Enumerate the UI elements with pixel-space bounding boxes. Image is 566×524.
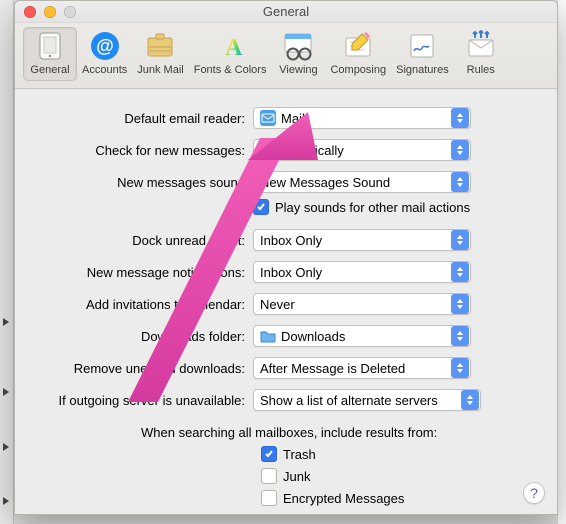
label-new-notifications: New message notifications: bbox=[31, 265, 253, 280]
tab-label: General bbox=[30, 64, 69, 76]
titlebar: General bbox=[15, 1, 557, 23]
mail-app-icon bbox=[260, 110, 276, 126]
accounts-icon: @ bbox=[89, 30, 121, 62]
tab-junk-mail[interactable]: Junk Mail bbox=[132, 27, 188, 81]
label-remove-unedited: Remove unedited downloads: bbox=[31, 361, 253, 376]
tab-label: Rules bbox=[467, 64, 495, 76]
preferences-window: General General @ Accounts Junk Mail bbox=[14, 0, 558, 515]
tab-label: Accounts bbox=[82, 64, 127, 76]
popup-value: Mail bbox=[281, 111, 451, 126]
checkbox-label: Play sounds for other mail actions bbox=[275, 200, 470, 215]
tab-fonts-colors[interactable]: A Fonts & Colors bbox=[189, 27, 272, 81]
popup-new-notifications[interactable]: Inbox Only bbox=[253, 261, 471, 283]
folder-icon bbox=[260, 328, 276, 344]
checkbox-play-sounds[interactable] bbox=[253, 199, 269, 215]
label-downloads-folder: Downloads folder: bbox=[31, 329, 253, 344]
tab-label: Composing bbox=[330, 64, 386, 76]
checkbox-label: Junk bbox=[283, 469, 310, 484]
help-button[interactable]: ? bbox=[523, 482, 545, 504]
popup-outgoing-unavailable[interactable]: Show a list of alternate servers bbox=[253, 389, 481, 411]
stepper-arrows-icon bbox=[451, 108, 469, 128]
popup-default-reader[interactable]: Mail bbox=[253, 107, 471, 129]
tab-signatures[interactable]: Signatures bbox=[391, 27, 454, 81]
rules-icon bbox=[465, 30, 497, 62]
tab-general[interactable]: General bbox=[23, 27, 77, 81]
tab-composing[interactable]: Composing bbox=[325, 27, 391, 81]
svg-text:A: A bbox=[225, 35, 243, 61]
label-default-reader: Default email reader: bbox=[31, 111, 253, 126]
popup-value: Show a list of alternate servers bbox=[260, 393, 461, 408]
search-section-label: When searching all mailboxes, include re… bbox=[31, 425, 541, 440]
popup-dock-unread[interactable]: Inbox Only bbox=[253, 229, 471, 251]
stepper-arrows-icon bbox=[451, 326, 469, 346]
checkbox-encrypted[interactable] bbox=[261, 490, 277, 506]
svg-text:@: @ bbox=[96, 36, 114, 56]
tab-label: Fonts & Colors bbox=[194, 64, 267, 76]
tab-label: Viewing bbox=[279, 64, 317, 76]
popup-value: omatically bbox=[260, 143, 451, 158]
checkbox-label: Trash bbox=[283, 447, 316, 462]
general-pane: Default email reader: Mail Check for new… bbox=[15, 89, 557, 515]
general-icon bbox=[34, 30, 66, 62]
popup-value: Inbox Only bbox=[260, 265, 451, 280]
label-dock-unread: Dock unread count: bbox=[31, 233, 253, 248]
tab-rules[interactable]: Rules bbox=[454, 27, 508, 81]
checkbox-label: Encrypted Messages bbox=[283, 491, 404, 506]
popup-check-messages[interactable]: omatically bbox=[253, 139, 471, 161]
popup-value: Inbox Only bbox=[260, 233, 451, 248]
stepper-arrows-icon bbox=[451, 140, 469, 160]
popup-new-sound[interactable]: New Messages Sound bbox=[253, 171, 471, 193]
signatures-icon bbox=[406, 30, 438, 62]
junkmail-icon bbox=[144, 30, 176, 62]
composing-icon bbox=[342, 30, 374, 62]
checkbox-trash[interactable] bbox=[261, 446, 277, 462]
tab-label: Junk Mail bbox=[137, 64, 183, 76]
popup-downloads-folder[interactable]: Downloads bbox=[253, 325, 471, 347]
stepper-arrows-icon bbox=[451, 172, 469, 192]
popup-value: Downloads bbox=[281, 329, 451, 344]
popup-remove-unedited[interactable]: After Message is Deleted bbox=[253, 357, 471, 379]
label-check-messages: Check for new messages: bbox=[31, 143, 253, 158]
stepper-arrows-icon bbox=[451, 294, 469, 314]
tab-viewing[interactable]: Viewing bbox=[271, 27, 325, 81]
popup-value: New Messages Sound bbox=[260, 175, 451, 190]
stepper-arrows-icon bbox=[451, 230, 469, 250]
tab-label: Signatures bbox=[396, 64, 449, 76]
tab-accounts[interactable]: @ Accounts bbox=[77, 27, 132, 81]
help-icon: ? bbox=[530, 485, 538, 501]
stepper-arrows-icon bbox=[451, 358, 469, 378]
viewing-icon bbox=[282, 30, 314, 62]
checkbox-junk[interactable] bbox=[261, 468, 277, 484]
label-add-invitations: Add invitations to Calendar: bbox=[31, 297, 253, 312]
toolbar: General @ Accounts Junk Mail A Fonts & C… bbox=[15, 23, 557, 89]
popup-value: After Message is Deleted bbox=[260, 361, 451, 376]
label-outgoing-unavailable: If outgoing server is unavailable: bbox=[31, 393, 253, 408]
window-title: General bbox=[15, 4, 557, 19]
stepper-arrows-icon bbox=[451, 262, 469, 282]
popup-add-invitations[interactable]: Never bbox=[253, 293, 471, 315]
label-new-sound: New messages sound bbox=[31, 175, 253, 190]
stepper-arrows-icon bbox=[461, 390, 479, 410]
fontscolors-icon: A bbox=[214, 30, 246, 62]
popup-value: Never bbox=[260, 297, 451, 312]
